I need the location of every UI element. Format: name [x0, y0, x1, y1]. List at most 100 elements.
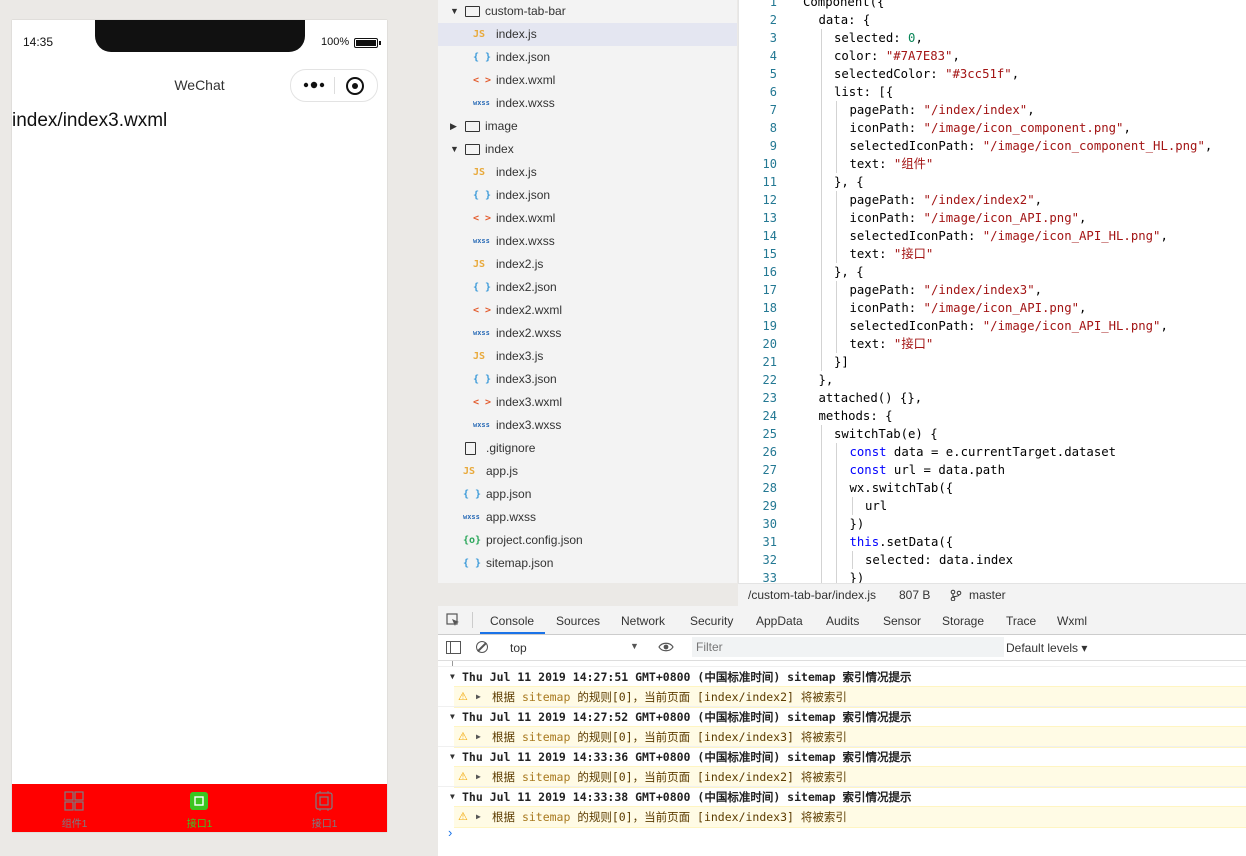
context-select[interactable]: top ▼ [502, 636, 642, 658]
log-group-header[interactable]: ▼ Thu Jul 11 2019 14:33:36 GMT+0800 (中国标准… [438, 746, 1246, 767]
chevron-down-icon[interactable]: ▼ [450, 667, 455, 687]
chevron-down-icon[interactable]: ▼ [450, 0, 460, 23]
close-mini-program-icon[interactable] [346, 77, 364, 95]
indent-guide [836, 479, 837, 497]
tree-file[interactable]: { } index.json [438, 184, 737, 207]
log-group-header[interactable]: ▼ Thu Jul 11 2019 14:27:52 GMT+0800 (中国标准… [438, 706, 1246, 727]
tree-folder[interactable]: ▼ custom-tab-bar [438, 0, 737, 23]
code-content[interactable]: Component({data: {selected: 0, color: "#7… [803, 0, 1243, 583]
chevron-right-icon[interactable]: ▶ [476, 807, 481, 827]
chevron-down-icon[interactable]: ▼ [450, 707, 455, 727]
tree-item-label: index.wxss [496, 234, 555, 248]
tree-file[interactable]: { } index.json [438, 46, 737, 69]
tree-item-label: index.json [496, 50, 551, 64]
tree-file[interactable]: < > index3.wxml [438, 391, 737, 414]
filter-input[interactable] [692, 637, 1004, 657]
folder-icon [465, 144, 480, 155]
tab-appdata[interactable]: AppData [756, 606, 803, 634]
tree-file[interactable]: wxss index2.wxss [438, 322, 737, 345]
code-line: iconPath: "/image/icon_API.png", [849, 211, 1087, 225]
tab-audits[interactable]: Audits [826, 606, 859, 634]
indent-guide [820, 551, 822, 569]
tree-file[interactable]: wxss index.wxss [438, 92, 737, 115]
tree-file[interactable]: .gitignore [438, 437, 737, 460]
tree-file[interactable]: { } app.json [438, 483, 737, 506]
line-number: 15 [762, 247, 777, 261]
file-path[interactable]: /custom-tab-bar/index.js [748, 588, 876, 602]
page-content-text: index/index3.wxml [12, 110, 168, 131]
chevron-down-icon[interactable]: ▼ [450, 138, 460, 161]
tree-folder[interactable]: ▼ index [438, 138, 737, 161]
code-line: selected: 0, [834, 31, 923, 45]
tab-component[interactable]: 组件1 [12, 784, 137, 832]
log-levels-select[interactable]: Default levels ▾ [1006, 641, 1087, 655]
battery-percent: 100% [321, 36, 350, 48]
line-number: 26 [762, 445, 777, 459]
chevron-right-icon[interactable]: ▶ [450, 115, 460, 138]
tab-network[interactable]: Network [621, 606, 665, 634]
code-line: iconPath: "/image/icon_component.png", [849, 121, 1131, 135]
git-branch[interactable]: master [969, 588, 1006, 602]
code-line: selectedIconPath: "/image/icon_API_HL.pn… [849, 229, 1168, 243]
indent-guide [820, 83, 822, 101]
chevron-right-icon[interactable]: ▶ [476, 767, 481, 787]
capsule-divider [334, 77, 335, 94]
warning-message[interactable]: ⚠ ▶ 根据 sitemap 的规则[0]，当前页面 [index/index2] … [454, 766, 1246, 788]
tree-file[interactable]: < > index.wxml [438, 69, 737, 92]
file-explorer: ▼ custom-tab-bar JS index.js { } index.json < … [438, 0, 737, 583]
tree-folder[interactable]: ▶ image [438, 115, 737, 138]
tree-file[interactable]: {o} project.config.json [438, 529, 737, 552]
code-editor[interactable]: 1 2 3 4 5 6 7 8 9 10 11 12 13 14 15 16 17 18 19 20 21 22 23 24 2… [738, 0, 1246, 583]
inspect-element-icon[interactable] [446, 613, 460, 627]
tree-file[interactable]: { } index3.json [438, 368, 737, 391]
tab-storage[interactable]: Storage [942, 606, 984, 634]
tree-item-label: index.wxml [496, 73, 556, 87]
tab-api-selected[interactable]: 接口1 [137, 784, 262, 832]
chevron-right-icon[interactable]: ▶ [476, 727, 481, 747]
wxss-file-icon: wxss [463, 513, 480, 521]
tab-trace[interactable]: Trace [1006, 606, 1036, 634]
console-toolbar: top ▼ Default levels ▾ [438, 635, 1246, 661]
tab-api[interactable]: 接口1 [262, 784, 387, 832]
tree-file[interactable]: JS index2.js [438, 253, 737, 276]
menu-capsule[interactable] [290, 69, 378, 102]
code-line: const url = data.path [849, 463, 1006, 477]
tree-file[interactable]: JS index3.js [438, 345, 737, 368]
clear-console-icon[interactable] [476, 641, 488, 653]
indent-guide [820, 353, 822, 371]
folder-icon [465, 121, 480, 132]
tab-wxml[interactable]: Wxml [1057, 606, 1087, 634]
code-line: url [865, 499, 888, 513]
chevron-down-icon[interactable]: ▼ [450, 747, 455, 767]
tree-file[interactable]: wxss index3.wxss [438, 414, 737, 437]
warning-message[interactable]: ⚠ ▶ 根据 sitemap 的规则[0]，当前页面 [index/index3] … [454, 806, 1246, 828]
warning-message[interactable]: ⚠ ▶ 根据 sitemap 的规则[0]，当前页面 [index/index3] … [454, 726, 1246, 748]
tree-file[interactable]: { } index2.json [438, 276, 737, 299]
more-icon[interactable] [301, 79, 327, 91]
tree-file[interactable]: wxss index.wxss [438, 230, 737, 253]
tree-file[interactable]: wxss app.wxss [438, 506, 737, 529]
indent-guide [836, 317, 837, 335]
line-number: 3 [769, 31, 777, 45]
component-icon [64, 791, 84, 811]
tree-file[interactable]: JS app.js [438, 460, 737, 483]
indent-guide [820, 479, 822, 497]
tab-sensor[interactable]: Sensor [883, 606, 921, 634]
chevron-down-icon[interactable]: ▼ [450, 787, 455, 807]
chevron-right-icon[interactable]: ▶ [476, 687, 481, 707]
tree-file[interactable]: { } sitemap.json [438, 552, 737, 575]
sidebar-toggle-icon[interactable] [446, 641, 461, 654]
log-group-header[interactable]: ▼ Thu Jul 11 2019 14:27:51 GMT+0800 (中国标准… [438, 666, 1246, 687]
tree-file[interactable]: JS index.js [438, 23, 737, 46]
tab-sources[interactable]: Sources [556, 606, 600, 634]
console-prompt[interactable]: › [448, 825, 452, 840]
line-number: 1 [769, 0, 777, 9]
tree-file[interactable]: JS index.js [438, 161, 737, 184]
eye-icon[interactable] [658, 642, 674, 652]
log-group-header[interactable]: ▼ Thu Jul 11 2019 14:33:38 GMT+0800 (中国标准… [438, 786, 1246, 807]
tree-file[interactable]: < > index.wxml [438, 207, 737, 230]
tab-security[interactable]: Security [690, 606, 733, 634]
warning-message[interactable]: ⚠ ▶ 根据 sitemap 的规则[0]，当前页面 [index/index2] … [454, 686, 1246, 708]
tree-file[interactable]: < > index2.wxml [438, 299, 737, 322]
tab-console[interactable]: Console [490, 606, 534, 634]
